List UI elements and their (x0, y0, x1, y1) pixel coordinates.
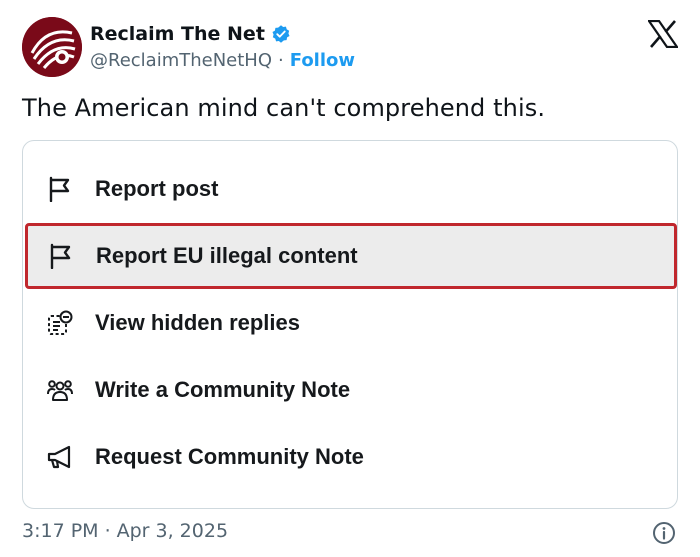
author-handle[interactable]: @ReclaimTheNetHQ (90, 50, 272, 71)
follow-button[interactable]: Follow (290, 50, 355, 71)
menu-item-label: View hidden replies (95, 310, 300, 335)
menu-item-report-post: Report post (23, 156, 677, 222)
post-date: Apr 3, 2025 (116, 520, 229, 542)
menu-item-request-community-note: Request Community Note (23, 424, 677, 490)
menu-item-label: Write a Community Note (95, 377, 351, 402)
x-logo-icon[interactable] (648, 20, 678, 48)
menu-item-view-hidden-replies: View hidden replies (23, 290, 677, 356)
author-handle-row: @ReclaimTheNetHQ · Follow (90, 48, 355, 72)
avatar[interactable] (22, 17, 82, 77)
menu-item-label: Report EU illegal content (96, 243, 358, 268)
flag-icon (49, 176, 70, 202)
menu-item-label: Request Community Note (95, 444, 364, 469)
flag-icon (50, 243, 71, 269)
menu-item-report-eu-illegal-content: Report EU illegal content (25, 223, 677, 289)
tweet-text: The American mind can't comprehend this. (22, 94, 546, 122)
separator-dot: · (104, 520, 111, 542)
menu-item-label: Report post (95, 176, 219, 201)
people-icon (47, 380, 73, 401)
verified-badge-icon (272, 25, 290, 43)
reclaim-logo-icon (22, 17, 82, 77)
info-icon[interactable] (652, 521, 676, 545)
megaphone-icon (47, 445, 71, 469)
author-name[interactable]: Reclaim The Net (90, 23, 265, 45)
author-name-row: Reclaim The Net (90, 21, 291, 47)
hidden-replies-icon (48, 310, 73, 335)
post-time: 3:17 PM (22, 520, 99, 542)
timestamp[interactable]: 3:17 PM · Apr 3, 2025 (22, 520, 228, 542)
embedded-menu-card[interactable]: Report post Report EU illegal content Vi… (22, 140, 678, 509)
menu-item-write-community-note: Write a Community Note (23, 357, 677, 423)
separator-dot: · (278, 49, 284, 71)
